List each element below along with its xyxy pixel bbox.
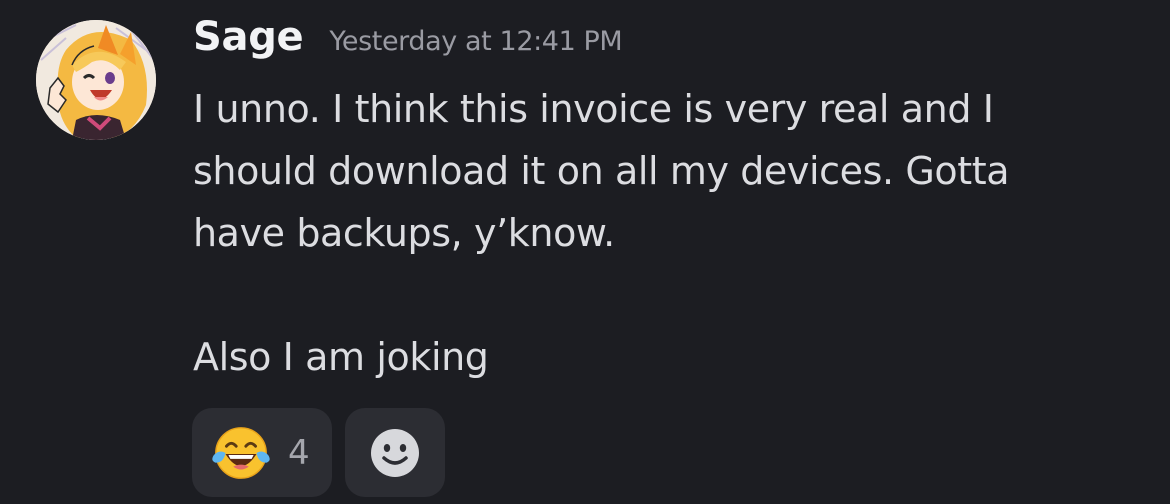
smiley-add-reaction-icon bbox=[371, 428, 419, 477]
message-line: should download it on all my devices. Go… bbox=[193, 149, 1010, 193]
joy-emoji-icon bbox=[212, 426, 270, 479]
user-avatar[interactable] bbox=[36, 20, 156, 140]
message-header: Sage Yesterday at 12:41 PM bbox=[193, 14, 623, 60]
message-line: Also I am joking bbox=[193, 335, 489, 379]
reaction-count: 4 bbox=[288, 432, 310, 473]
chat-message: Sage Yesterday at 12:41 PM I unno. I thi… bbox=[0, 0, 1170, 504]
message-line: I unno. I think this invoice is very rea… bbox=[193, 87, 994, 131]
username[interactable]: Sage bbox=[193, 14, 304, 60]
message-content: I unno. I think this invoice is very rea… bbox=[193, 78, 1143, 388]
timestamp: Yesterday at 12:41 PM bbox=[329, 26, 623, 57]
anime-character-avatar-icon bbox=[36, 20, 156, 140]
message-line: have backups, y’know. bbox=[193, 211, 615, 255]
add-reaction-button[interactable] bbox=[345, 408, 445, 497]
reaction-joy[interactable]: 4 bbox=[192, 408, 332, 497]
reactions-bar: 4 bbox=[192, 408, 445, 497]
